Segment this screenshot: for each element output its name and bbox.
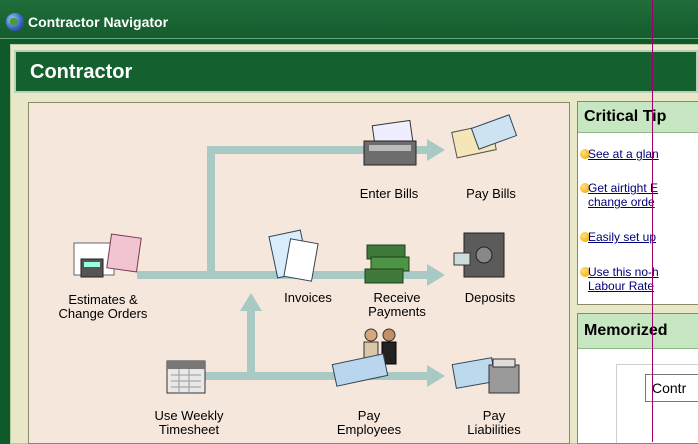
deposits-label[interactable]: Deposits — [455, 291, 525, 305]
invoices-label[interactable]: Invoices — [273, 291, 343, 305]
pay-employees-label[interactable]: Pay Employees — [329, 409, 409, 437]
globe-icon — [6, 13, 24, 31]
invoices-icon[interactable] — [268, 229, 319, 282]
tip-link-1[interactable]: See at a glan — [588, 147, 659, 161]
pay-bills-icon[interactable] — [451, 114, 518, 159]
workflow-panel: Estimates & Change Orders Enter Bills Pa… — [28, 102, 570, 444]
memorized-dropdown-value: Contr — [652, 380, 687, 396]
window-title: Contractor Navigator — [28, 14, 169, 30]
page-header: Contractor — [14, 50, 698, 93]
estimates-icon[interactable] — [73, 233, 142, 278]
estimates-label[interactable]: Estimates & Change Orders — [43, 293, 163, 321]
deposits-icon[interactable] — [453, 232, 505, 278]
pay-liabilities-icon[interactable] — [451, 357, 520, 394]
tip-link-2-line2[interactable]: change orde — [588, 195, 655, 209]
tip-link-4[interactable]: Use this no-h — [588, 265, 659, 279]
receive-payments-label[interactable]: Receive Payments — [357, 291, 437, 319]
pay-liabilities-label[interactable]: Pay Liabilities — [459, 409, 529, 437]
timesheet-label[interactable]: Use Weekly Timesheet — [139, 409, 239, 437]
pay-bills-label[interactable]: Pay Bills — [461, 187, 521, 201]
memorized-title: Memorized — [584, 322, 668, 339]
page-title: Contractor — [30, 61, 133, 83]
tip-link-2[interactable]: Get airtight E — [588, 181, 658, 195]
receive-payments-icon[interactable] — [364, 244, 410, 284]
critical-tips-title: Critical Tip — [584, 108, 667, 125]
memorized-panel: Memorized Contr — [577, 313, 698, 444]
critical-tips-header: Critical Tip — [578, 102, 698, 133]
window-titlebar: Contractor Navigator — [0, 0, 698, 39]
memorized-header: Memorized — [578, 314, 698, 349]
enter-bills-label[interactable]: Enter Bills — [354, 187, 424, 201]
enter-bills-icon[interactable] — [363, 119, 417, 166]
tip-link-4-line2[interactable]: Labour Rate — [588, 279, 654, 293]
cursor-guide-line — [652, 0, 653, 442]
critical-tips-panel: Critical Tip See at a glan Get airtight … — [577, 101, 698, 305]
workflow-arrows — [73, 114, 520, 394]
tip-link-3[interactable]: Easily set up — [588, 230, 656, 244]
timesheet-icon[interactable] — [166, 360, 206, 394]
